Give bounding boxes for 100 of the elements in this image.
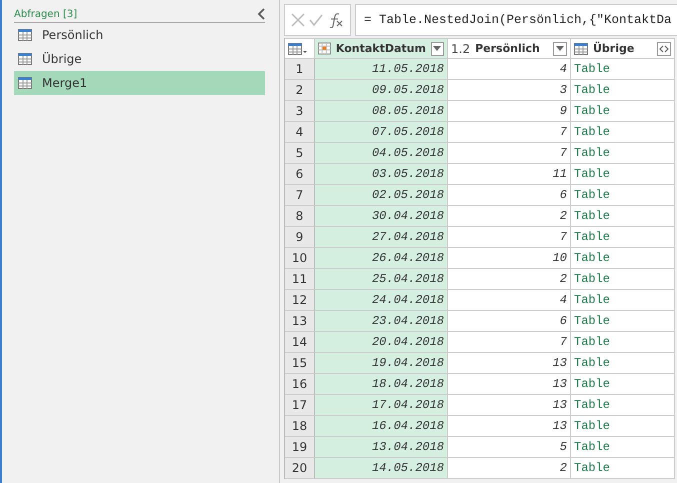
row-number: 7 [285, 185, 315, 206]
row-number: 6 [285, 164, 315, 185]
row-number: 1 [285, 59, 315, 80]
table-link[interactable]: Table [571, 269, 675, 290]
row-number: 8 [285, 206, 315, 227]
table-icon [18, 53, 32, 65]
column-header[interactable]: 1.2 Persönlich [448, 38, 571, 59]
table-link[interactable]: Table [571, 416, 675, 437]
table-cell: 20.04.2018 [315, 332, 448, 353]
table-cell: 24.04.2018 [315, 290, 448, 311]
table-cell: 02.05.2018 [315, 185, 448, 206]
table-link[interactable]: Table [571, 290, 675, 311]
expand-icon[interactable] [657, 42, 671, 56]
table-cell: 26.04.2018 [315, 248, 448, 269]
row-number: 16 [285, 374, 315, 395]
table-cell: 23.04.2018 [315, 311, 448, 332]
query-item[interactable]: Merge1 [14, 71, 265, 95]
row-number: 15 [285, 353, 315, 374]
number-type-label: 1.2 [451, 42, 470, 56]
row-number: 11 [285, 269, 315, 290]
table-cell: 4 [448, 290, 571, 311]
column-header[interactable]: KontaktDatum [315, 38, 448, 59]
row-number: 19 [285, 437, 315, 458]
table-cell: 04.05.2018 [315, 143, 448, 164]
table-cell: 2 [448, 206, 571, 227]
check-icon[interactable] [309, 14, 324, 26]
table-cell: 9 [448, 101, 571, 122]
table-cell: 13 [448, 374, 571, 395]
table-link[interactable]: Table [571, 227, 675, 248]
table-cell: 6 [448, 185, 571, 206]
table-link[interactable]: Table [571, 122, 675, 143]
table-link[interactable]: Table [571, 59, 675, 80]
formula-field[interactable]: = Table.NestedJoin(Persönlich,{"KontaktDa [355, 4, 677, 36]
table-cell: 10 [448, 248, 571, 269]
table-link[interactable]: Table [571, 248, 675, 269]
row-number: 2 [285, 80, 315, 101]
table-cell: 25.04.2018 [315, 269, 448, 290]
row-number: 9 [285, 227, 315, 248]
table-cell: 27.04.2018 [315, 227, 448, 248]
table-cell: 30.04.2018 [315, 206, 448, 227]
table-cell: 13.04.2018 [315, 437, 448, 458]
table-cell: 3 [448, 80, 571, 101]
table-link[interactable]: Table [571, 437, 675, 458]
row-number: 5 [285, 143, 315, 164]
table-link[interactable]: Table [571, 80, 675, 101]
table-cell: 11.05.2018 [315, 59, 448, 80]
table-cell: 07.05.2018 [315, 122, 448, 143]
table-cell: 18.04.2018 [315, 374, 448, 395]
table-link[interactable]: Table [571, 332, 675, 353]
table-cell: 13 [448, 353, 571, 374]
row-number: 10 [285, 248, 315, 269]
row-number: 20 [285, 458, 315, 479]
table-cell: 7 [448, 143, 571, 164]
row-number: 13 [285, 311, 315, 332]
table-cell: 14.05.2018 [315, 458, 448, 479]
table-link[interactable]: Table [571, 395, 675, 416]
table-link[interactable]: Table [571, 458, 675, 479]
collapse-icon[interactable] [257, 8, 265, 20]
column-header[interactable]: Übrige [571, 38, 675, 59]
queries-title: Abfragen [3] [14, 8, 78, 20]
table-cell: 7 [448, 332, 571, 353]
table-cell: 08.05.2018 [315, 101, 448, 122]
query-item[interactable]: Persönlich [14, 23, 265, 47]
table-cell: 5 [448, 437, 571, 458]
table-link[interactable]: Table [571, 164, 675, 185]
table-cell: 2 [448, 458, 571, 479]
table-menu-icon[interactable] [288, 42, 308, 54]
table-cell: 6 [448, 311, 571, 332]
filter-dropdown-icon[interactable] [430, 42, 444, 56]
table-cell: 16.04.2018 [315, 416, 448, 437]
table-cell: 13 [448, 416, 571, 437]
table-icon [574, 42, 588, 54]
table-icon [18, 29, 32, 41]
table-cell: 13 [448, 395, 571, 416]
row-number: 12 [285, 290, 315, 311]
row-number: 17 [285, 395, 315, 416]
table-link[interactable]: Table [571, 185, 675, 206]
function-icon[interactable] [328, 12, 344, 28]
table-link[interactable]: Table [571, 374, 675, 395]
table-link[interactable]: Table [571, 101, 675, 122]
table-cell: 7 [448, 227, 571, 248]
query-label: Übrige [42, 52, 82, 66]
calendar-icon [318, 42, 331, 55]
table-cell: 03.05.2018 [315, 164, 448, 185]
table-cell: 19.04.2018 [315, 353, 448, 374]
row-number: 14 [285, 332, 315, 353]
table-icon [18, 77, 32, 89]
table-cell: 17.04.2018 [315, 395, 448, 416]
table-link[interactable]: Table [571, 311, 675, 332]
row-number: 4 [285, 122, 315, 143]
table-cell: 7 [448, 122, 571, 143]
table-link[interactable]: Table [571, 143, 675, 164]
query-label: Persönlich [42, 28, 104, 42]
table-cell: 09.05.2018 [315, 80, 448, 101]
filter-dropdown-icon[interactable] [553, 42, 567, 56]
query-item[interactable]: Übrige [14, 47, 265, 71]
table-link[interactable]: Table [571, 206, 675, 227]
table-link[interactable]: Table [571, 353, 675, 374]
row-number: 3 [285, 101, 315, 122]
row-number: 18 [285, 416, 315, 437]
